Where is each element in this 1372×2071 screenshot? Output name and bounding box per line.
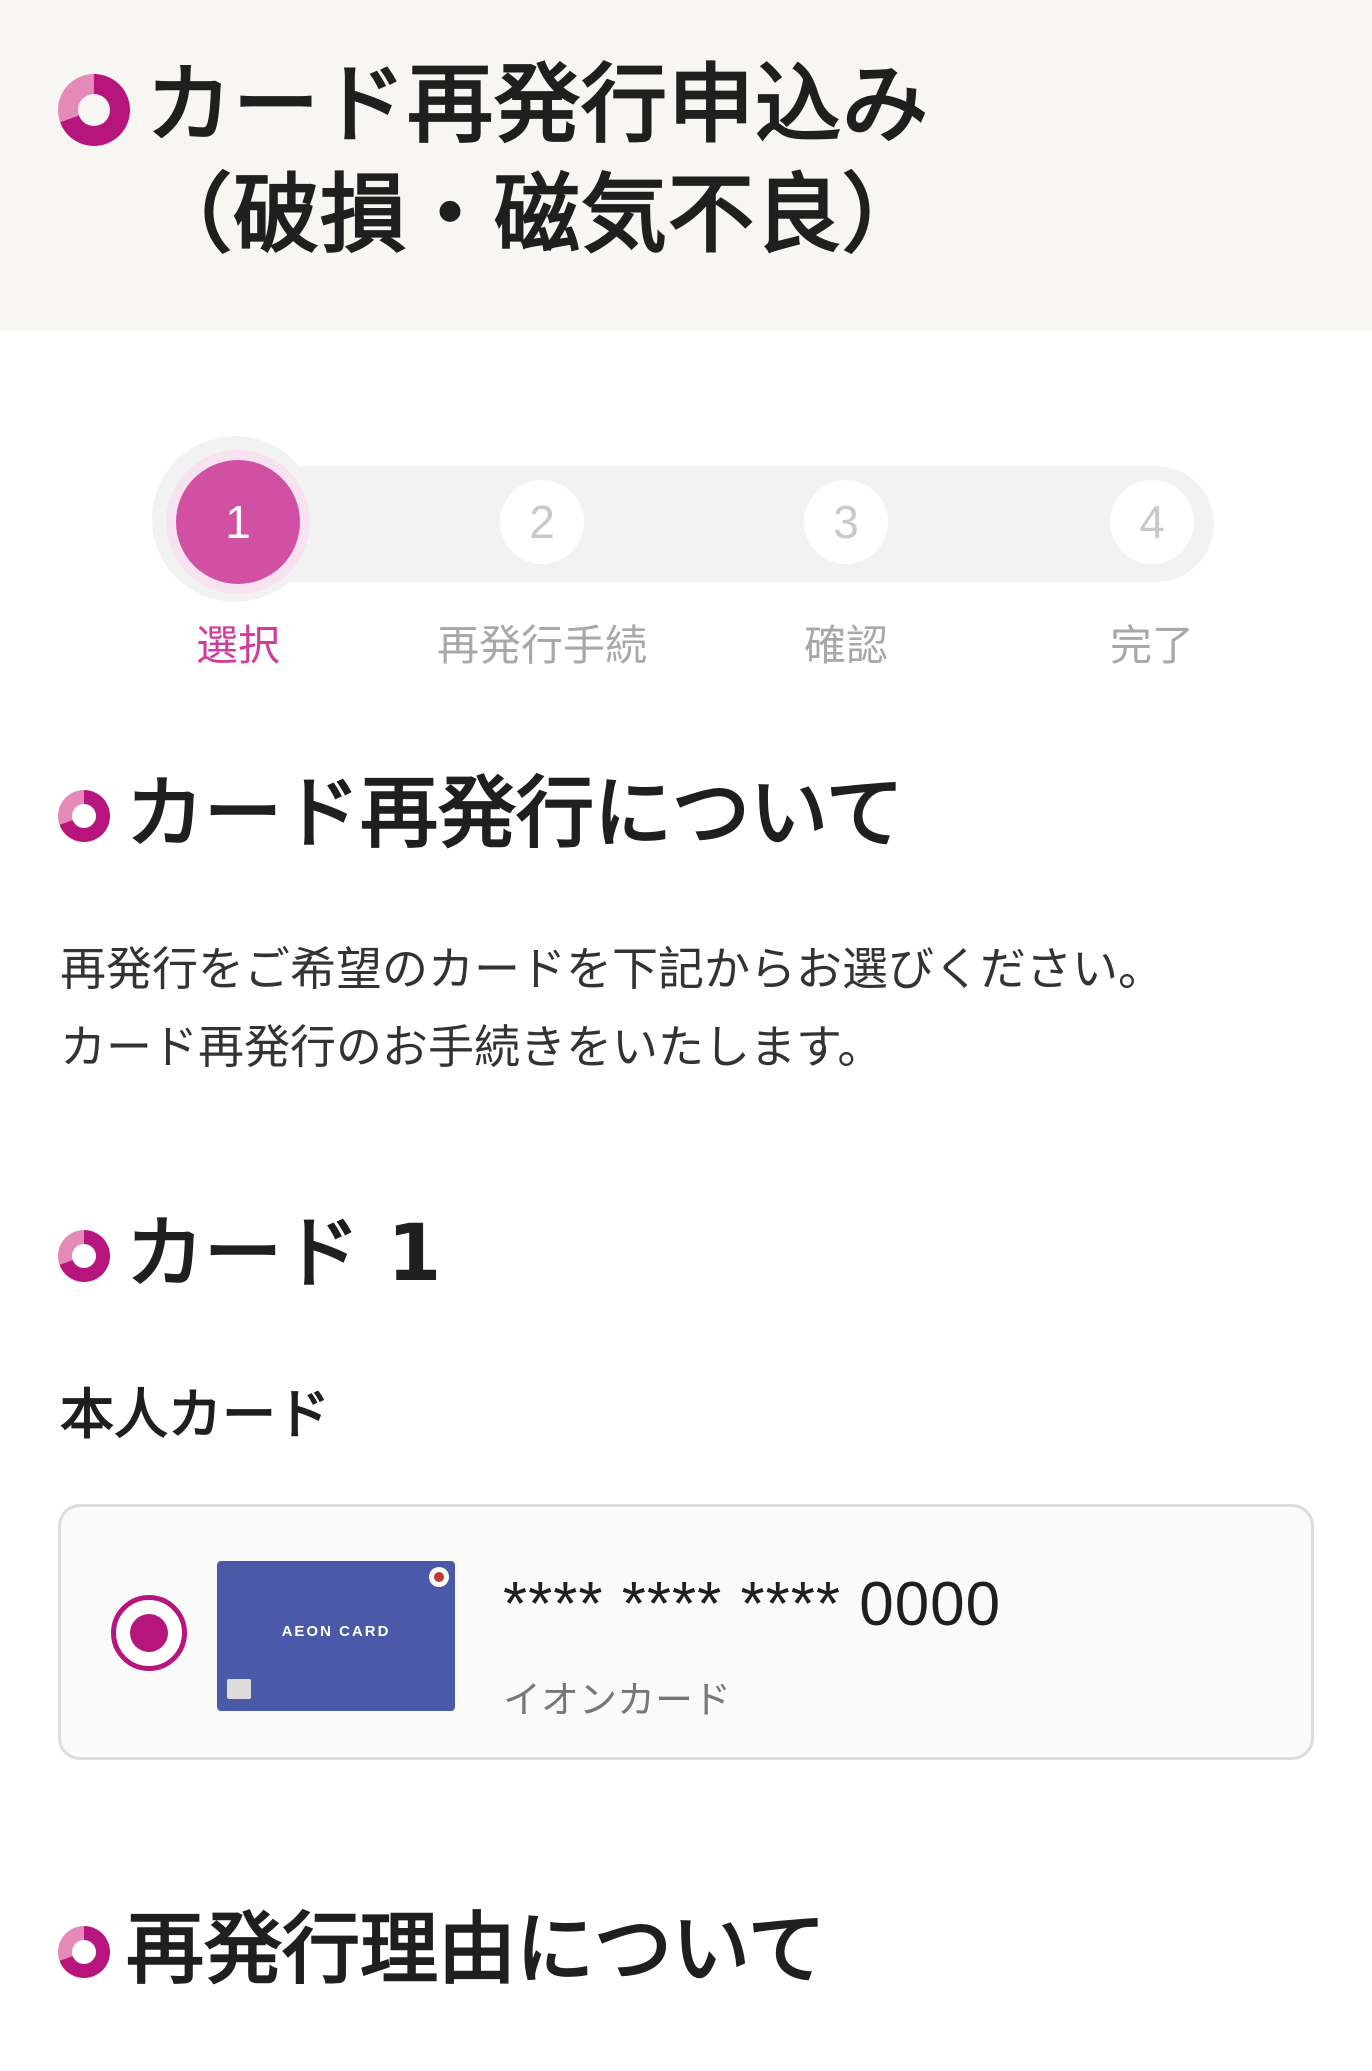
card-name: イオンカード [503,1678,732,1722]
step-3-circle: 3 [804,480,888,564]
mascot-icon [429,1567,449,1587]
ring-bullet-icon [58,74,130,146]
step-4-circle: 4 [1110,480,1194,564]
ring-bullet-icon [58,1926,110,1978]
ring-bullet-icon [58,1230,110,1282]
about-description-line2: カード再発行のお手続きをいたします。 [60,1020,884,1074]
card-chip-icon [227,1679,251,1699]
card-type-heading: 本人カード [60,1383,330,1446]
step-1-label: 選択 [195,621,280,670]
page-header: カード再発行申込み （破損・磁気不良） [0,0,1372,330]
card-number: **** **** **** 0000 [503,1570,1002,1639]
card-select-radio[interactable] [111,1595,187,1671]
radio-selected-dot [130,1614,168,1652]
card-brand-logo: AEON CARD [281,1623,391,1640]
section-heading-card: カード 1 [126,1209,442,1299]
card-reissue-page: カード再発行申込み （破損・磁気不良） 1 2 3 4 選択 再発行手続 確認 … [0,0,1372,2071]
step-4-label: 完了 [1109,621,1194,670]
card-image: AEON CARD [217,1561,455,1711]
card-option[interactable]: AEON CARD **** **** **** 0000 イオンカード [58,1504,1314,1760]
page-title-line1: カード再発行申込み [146,55,929,155]
section-heading-reason: 再発行理由について [126,1905,826,1995]
step-2-label: 再発行手続 [436,621,647,670]
about-description-line1: 再発行をご希望のカードを下記からお選びください。 [60,942,1164,996]
step-3-label: 確認 [803,621,888,670]
step-2-circle: 2 [500,480,584,564]
section-heading-about: カード再発行について [126,769,904,859]
ring-bullet-icon [58,790,110,842]
page-title-line2: （破損・磁気不良） [146,165,929,265]
step-1-circle: 1 [176,460,300,584]
